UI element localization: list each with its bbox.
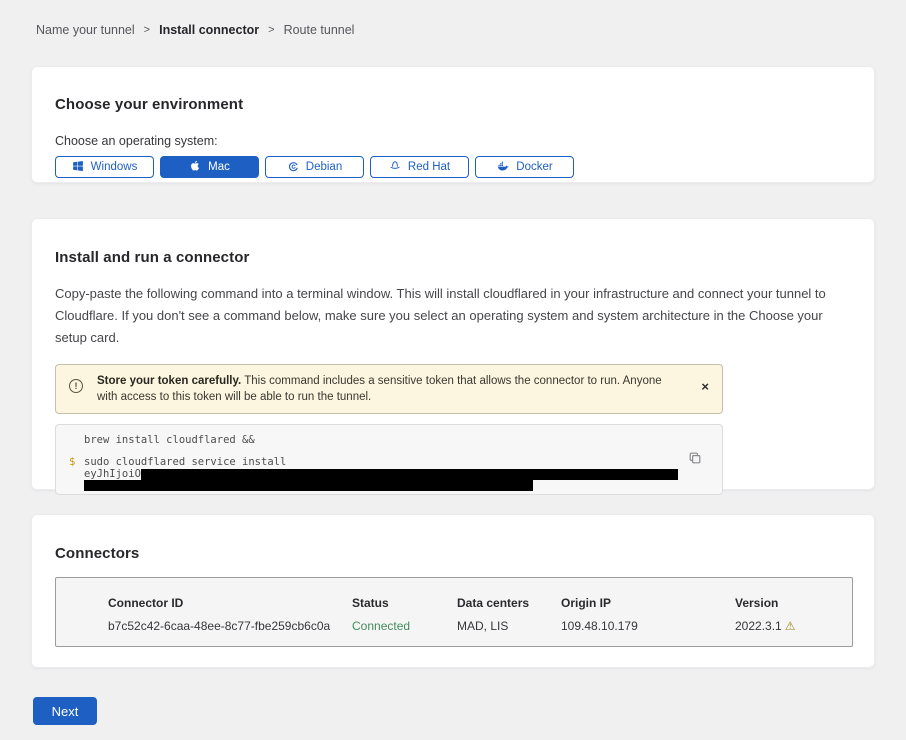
connectors-card-title: Connectors [55, 515, 851, 562]
col-header-version: Version [735, 596, 852, 610]
table-row: b7c52c42-6caa-48ee-8c77-fbe259cb6c0a Con… [108, 619, 852, 633]
col-header-connector-id: Connector ID [108, 596, 352, 610]
connectors-table: Connector ID Status Data centers Origin … [55, 577, 853, 647]
alert-icon: ! [69, 379, 83, 393]
os-select-label: Choose an operating system: [55, 134, 851, 148]
col-header-data-centers: Data centers [457, 596, 561, 610]
os-button-debian[interactable]: Debian [265, 156, 364, 178]
connectors-card: Connectors Connector ID Status Data cent… [31, 514, 875, 668]
install-command-code-block[interactable]: $ brew install cloudflared && sudo cloud… [55, 424, 723, 495]
install-description: Copy-paste the following command into a … [55, 283, 851, 349]
docker-icon [496, 160, 509, 175]
os-button-docker[interactable]: Docker [475, 156, 574, 178]
breadcrumb: Name your tunnel > Install connector > R… [36, 23, 354, 37]
command-line-brew: brew install cloudflared && [84, 434, 722, 447]
redacted-token-bar [141, 469, 678, 480]
os-button-mac[interactable]: Mac [160, 156, 259, 178]
command-line-sudo: sudo cloudflared service install [84, 456, 722, 469]
status-badge: Connected [352, 619, 457, 633]
windows-icon [72, 160, 84, 175]
col-header-status: Status [352, 596, 457, 610]
breadcrumb-step-install-connector[interactable]: Install connector [159, 23, 259, 37]
breadcrumb-step-name-tunnel[interactable]: Name your tunnel [36, 23, 135, 37]
version-value: 2022.3.1 [735, 619, 782, 633]
copy-icon[interactable] [688, 451, 702, 468]
os-button-windows[interactable]: Windows [55, 156, 154, 178]
table-header-row: Connector ID Status Data centers Origin … [108, 596, 852, 610]
breadcrumb-step-route-tunnel[interactable]: Route tunnel [284, 23, 355, 37]
environment-card-title: Choose your environment [55, 67, 851, 113]
os-button-redhat[interactable]: Red Hat [370, 156, 469, 178]
os-button-label: Mac [208, 161, 230, 173]
next-button[interactable]: Next [33, 697, 97, 725]
install-connector-card: Install and run a connector Copy-paste t… [31, 218, 875, 490]
os-button-label: Red Hat [408, 161, 450, 173]
os-button-label: Debian [306, 161, 342, 173]
cell-connector-id: b7c52c42-6caa-48ee-8c77-fbe259cb6c0a [108, 619, 352, 633]
version-warning-icon: ⚠ [785, 619, 796, 633]
token-prefix: eyJhIjoiO [84, 469, 141, 480]
install-card-title: Install and run a connector [55, 219, 851, 266]
cell-origin-ip: 109.48.10.179 [561, 619, 735, 633]
col-header-origin-ip: Origin IP [561, 596, 735, 610]
redhat-icon [389, 159, 401, 175]
os-button-row: Windows Mac Debian Red Hat Docker [55, 156, 851, 178]
debian-icon [287, 160, 299, 175]
cell-data-centers: MAD, LIS [457, 619, 561, 633]
os-button-label: Docker [516, 161, 552, 173]
os-button-label: Windows [91, 161, 138, 173]
choose-environment-card: Choose your environment Choose an operat… [31, 66, 875, 183]
shell-prompt: $ [69, 456, 75, 468]
warning-title: Store your token carefully. [97, 375, 241, 387]
breadcrumb-separator: > [144, 24, 150, 36]
token-line: eyJhIjoiO [84, 469, 722, 480]
breadcrumb-separator: > [268, 24, 274, 36]
redacted-token-bar [84, 480, 533, 491]
cell-version: 2022.3.1⚠ [735, 619, 852, 633]
apple-icon [189, 159, 201, 175]
token-warning-banner: ! Store your token carefully. This comma… [55, 364, 723, 414]
close-icon[interactable]: × [701, 380, 709, 393]
